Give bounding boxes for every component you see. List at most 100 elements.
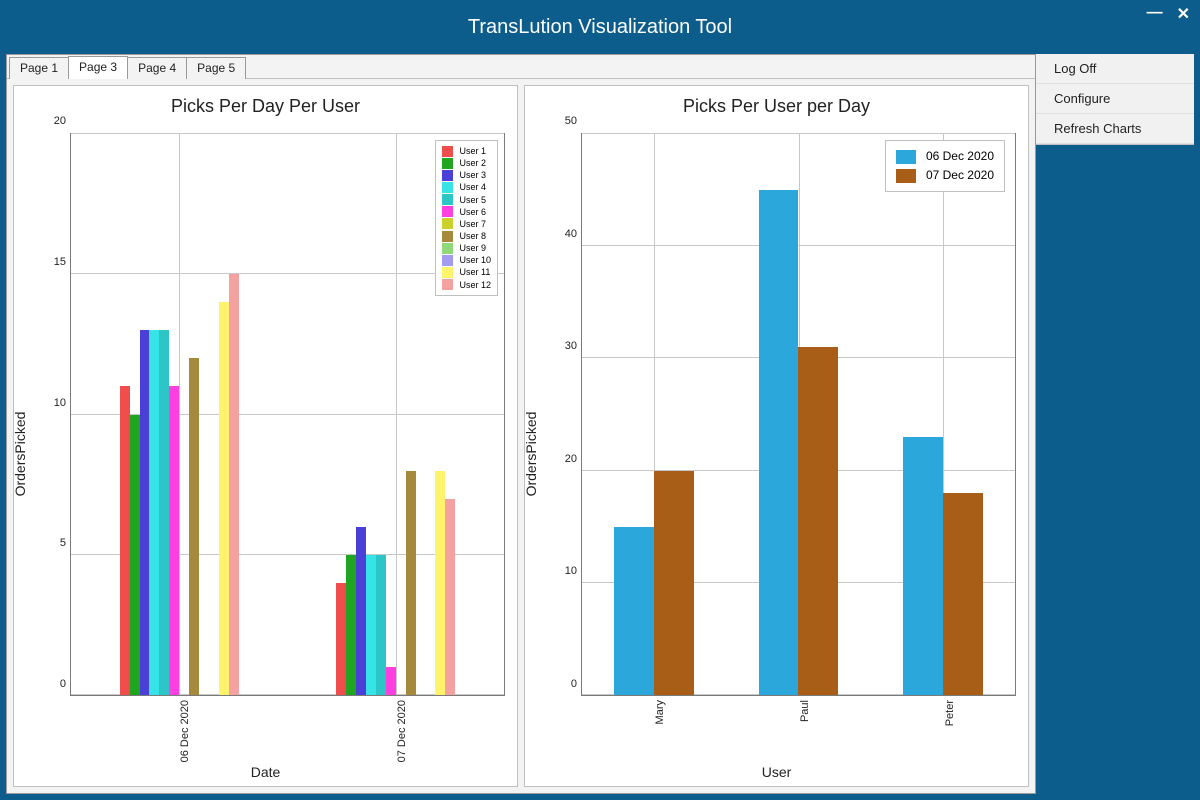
legend-swatch	[896, 169, 916, 183]
legend-swatch	[442, 194, 453, 205]
tab-page-1[interactable]: Page 1	[9, 57, 69, 79]
tab-page-3[interactable]: Page 3	[68, 56, 128, 79]
legend-label: 06 Dec 2020	[926, 147, 994, 166]
legend-label: User 1	[459, 145, 486, 157]
y-tick: 10	[559, 565, 577, 577]
bar	[229, 274, 239, 695]
bar	[903, 437, 943, 695]
y-tick: 0	[48, 678, 66, 690]
legend-swatch	[442, 231, 453, 242]
legend-item: User 6	[442, 206, 491, 218]
legend-item: User 7	[442, 218, 491, 230]
legend-label: User 9	[459, 242, 486, 254]
plot-area: User 1User 2User 3User 4User 5User 6User…	[70, 133, 505, 696]
legend-item: User 1	[442, 145, 491, 157]
legend-label: User 3	[459, 169, 486, 181]
bar	[406, 471, 416, 695]
legend-swatch	[442, 243, 453, 254]
legend-label: User 10	[459, 254, 491, 266]
legend-label: User 11	[459, 266, 490, 278]
titlebar: TransLution Visualization Tool — ✕	[0, 0, 1200, 54]
menu-item-configure[interactable]: Configure	[1036, 84, 1194, 114]
y-tick: 30	[559, 340, 577, 352]
x-axis-label: Date	[14, 764, 517, 780]
x-tick: 06 Dec 2020	[179, 700, 191, 762]
legend-label: User 5	[459, 194, 486, 206]
menu-item-log-off[interactable]: Log Off	[1036, 54, 1194, 84]
legend-item: User 9	[442, 242, 491, 254]
legend-swatch	[442, 146, 453, 157]
chart-title: Picks Per Day Per User	[14, 86, 517, 121]
legend-item: 07 Dec 2020	[896, 166, 994, 185]
bar-group	[759, 134, 838, 695]
sidebar-menu: Log OffConfigureRefresh Charts	[1036, 54, 1194, 145]
legend-item: 06 Dec 2020	[896, 147, 994, 166]
x-tick: Mary	[654, 700, 666, 724]
y-tick: 40	[559, 228, 577, 240]
legend-label: User 4	[459, 181, 486, 193]
legend-swatch	[442, 206, 453, 217]
bar-group	[903, 134, 982, 695]
legend-item: User 12	[442, 279, 491, 291]
bar	[346, 555, 356, 695]
legend-swatch	[442, 255, 453, 266]
legend-label: User 2	[459, 157, 486, 169]
legend-swatch	[442, 158, 453, 169]
bar	[120, 386, 130, 695]
bar	[149, 330, 159, 695]
legend-item: User 2	[442, 157, 491, 169]
bar	[219, 302, 229, 695]
legend-label: User 8	[459, 230, 486, 242]
legend-item: User 11	[442, 266, 491, 278]
plot-area: 06 Dec 202007 Dec 2020	[581, 133, 1016, 696]
legend-item: User 8	[442, 230, 491, 242]
y-tick: 10	[48, 397, 66, 409]
bar	[614, 527, 654, 695]
bar	[356, 527, 366, 695]
x-tick: 07 Dec 2020	[396, 700, 408, 762]
legend-label: User 6	[459, 206, 486, 218]
tab-page-5[interactable]: Page 5	[186, 57, 246, 79]
workspace: Page 1Page 3Page 4Page 5 Picks Per Day P…	[6, 54, 1194, 794]
bar	[189, 358, 199, 695]
bar-group	[614, 134, 693, 695]
menu-item-refresh-charts[interactable]: Refresh Charts	[1036, 114, 1194, 144]
legend-swatch	[442, 267, 453, 278]
bar	[140, 330, 150, 695]
legend: 06 Dec 202007 Dec 2020	[885, 140, 1005, 192]
bar	[376, 555, 386, 695]
x-tick: Paul	[799, 700, 811, 722]
charts-row: Picks Per Day Per User OrdersPicked User…	[7, 79, 1035, 793]
bar	[435, 471, 445, 695]
y-tick: 50	[559, 115, 577, 127]
y-tick: 20	[559, 453, 577, 465]
legend-label: User 7	[459, 218, 486, 230]
minimize-icon[interactable]: —	[1147, 4, 1163, 22]
x-axis-label: User	[525, 764, 1028, 780]
bar	[943, 493, 983, 695]
y-tick: 20	[48, 115, 66, 127]
plot-wrap: OrdersPicked User 1User 2User 3User 4Use…	[14, 121, 517, 786]
legend-swatch	[442, 170, 453, 181]
legend-label: User 12	[459, 279, 491, 291]
y-tick: 0	[559, 678, 577, 690]
plot-wrap: OrdersPicked 06 Dec 202007 Dec 2020 User…	[525, 121, 1028, 786]
bar	[366, 555, 376, 695]
sidebar: Log OffConfigureRefresh Charts	[1036, 54, 1194, 794]
chart-title: Picks Per User per Day	[525, 86, 1028, 121]
bar	[386, 667, 396, 695]
window-title: TransLution Visualization Tool	[468, 16, 732, 39]
bar	[445, 499, 455, 695]
legend-item: User 3	[442, 169, 491, 181]
bar	[336, 583, 346, 695]
tab-page-4[interactable]: Page 4	[127, 57, 187, 79]
legend: User 1User 2User 3User 4User 5User 6User…	[435, 140, 498, 296]
bar	[169, 386, 179, 695]
legend-item: User 4	[442, 181, 491, 193]
bar	[130, 415, 140, 696]
y-axis-label: OrdersPicked	[523, 411, 539, 496]
bar	[159, 330, 169, 695]
legend-item: User 5	[442, 194, 491, 206]
close-icon[interactable]: ✕	[1177, 4, 1190, 24]
y-tick: 5	[48, 537, 66, 549]
